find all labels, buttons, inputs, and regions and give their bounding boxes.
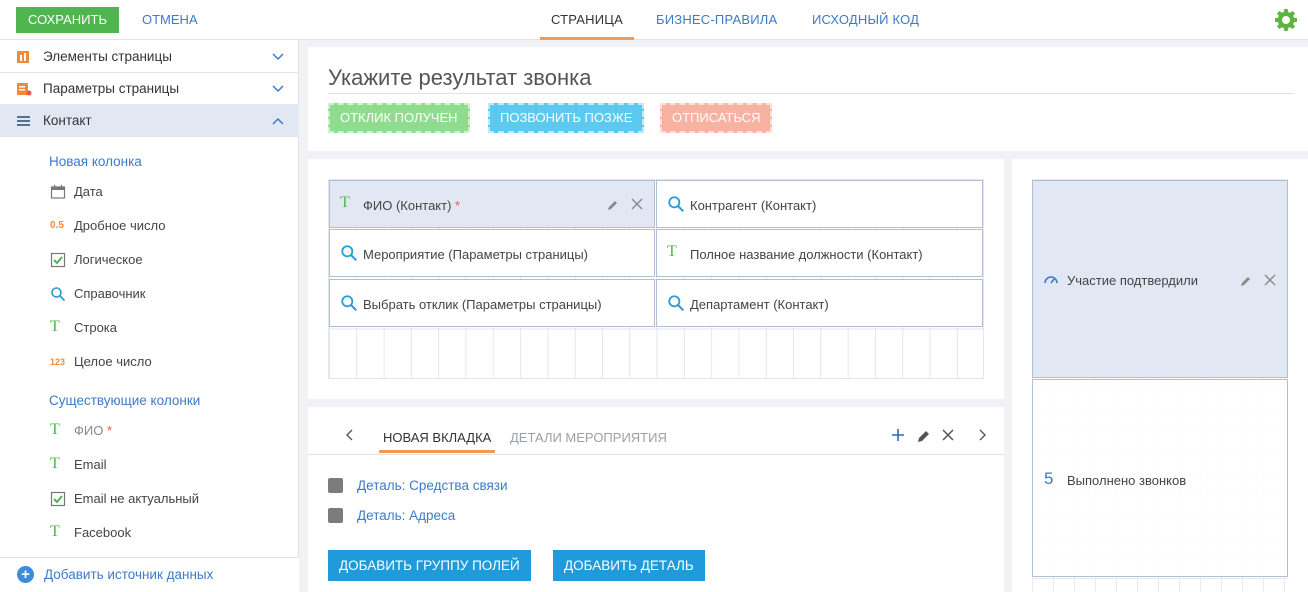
detail-icon: [328, 478, 343, 493]
integer-icon: 123: [50, 357, 66, 367]
add-data-source-button[interactable]: + Добавить источник данных: [0, 557, 299, 592]
section-page-elements[interactable]: Элементы страницы: [0, 41, 299, 73]
fields-panel: T ФИО (Контакт) * Контрагент (Контакт) М…: [308, 159, 1004, 399]
column-label: Facebook: [74, 525, 132, 540]
field-account[interactable]: Контрагент (Контакт): [656, 180, 983, 228]
field-label: Мероприятие (Параметры страницы): [363, 247, 589, 262]
field-job-title[interactable]: T Полное название должности (Контакт): [656, 229, 983, 277]
tabs-panel: НОВАЯ ВКЛАДКА ДЕТАЛИ МЕРОПРИЯТИЯ Деталь:…: [308, 407, 1004, 592]
indicator-label: Выполнено звонков: [1067, 473, 1187, 488]
decimal-icon: 0.5: [50, 220, 64, 231]
cancel-button[interactable]: ОТМЕНА: [142, 7, 198, 33]
lookup-icon: [341, 245, 358, 262]
field-fio[interactable]: T ФИО (Контакт) *: [329, 180, 655, 228]
tab-page[interactable]: СТРАНИЦА: [540, 0, 634, 40]
tab-event-details[interactable]: ДЕТАЛИ МЕРОПРИЯТИЯ: [510, 430, 667, 445]
save-button[interactable]: СОХРАНИТЬ: [16, 7, 119, 33]
indicator-value: 5: [1044, 469, 1054, 488]
indicator-label: Участие подтвердили: [1067, 273, 1198, 288]
field-label: ФИО (Контакт) *: [363, 198, 461, 213]
unsubscribe-button[interactable]: ОТПИСАТЬСЯ: [660, 103, 773, 133]
column-label: Дробное число: [74, 218, 166, 233]
column-label: Справочник: [74, 286, 146, 301]
text-icon: T: [50, 318, 60, 335]
add-field-group-button[interactable]: ДОБАВИТЬ ГРУППУ ПОЛЕЙ: [328, 550, 531, 581]
list-icon: [17, 116, 30, 126]
checkbox-icon: [50, 252, 66, 268]
required-mark: *: [455, 198, 461, 213]
field-label: Полное название должности (Контакт): [690, 247, 923, 262]
required-mark: *: [106, 423, 113, 438]
add-data-source-label: Добавить источник данных: [44, 567, 214, 582]
detail-icon: [328, 508, 343, 523]
response-received-button[interactable]: ОТКЛИК ПОЛУЧЕН: [328, 103, 470, 133]
field-label: Контрагент (Контакт): [690, 198, 817, 213]
close-icon[interactable]: [1263, 273, 1277, 287]
chevron-left-icon[interactable]: [342, 427, 358, 443]
indicator-confirmed[interactable]: Участие подтвердили: [1032, 180, 1288, 378]
column-label: Email не актуальный: [74, 491, 200, 506]
lookup-icon: [668, 295, 685, 312]
section-page-params[interactable]: Параметры страницы: [0, 73, 299, 105]
indicator-calls-done[interactable]: 5 Выполнено звонков: [1032, 379, 1288, 577]
top-toolbar: СОХРАНИТЬ ОТМЕНА СТРАНИЦА БИЗНЕС-ПРАВИЛА…: [0, 0, 1308, 40]
pencil-icon[interactable]: [916, 428, 932, 444]
divider: [308, 454, 1004, 455]
divider: [328, 93, 1294, 94]
calendar-icon: [50, 185, 66, 199]
text-icon: T: [340, 194, 350, 211]
pencil-icon[interactable]: [606, 198, 620, 212]
lookup-icon: [668, 196, 685, 213]
tab-new[interactable]: НОВАЯ ВКЛАДКА: [379, 430, 496, 453]
sidebar: Элементы страницы Параметры страницы Кон…: [0, 40, 299, 592]
section-label: Параметры страницы: [43, 81, 180, 96]
tab-source-code[interactable]: ИСХОДНЫЙ КОД: [812, 0, 919, 40]
page-title[interactable]: Укажите результат звонка: [328, 65, 591, 91]
field-department[interactable]: Департамент (Контакт): [656, 279, 983, 327]
existing-columns-title: Существующие колонки: [49, 393, 201, 408]
column-label: ФИО *: [74, 423, 113, 438]
text-icon: T: [50, 523, 60, 540]
plus-circle-icon: +: [17, 566, 34, 583]
detail-label[interactable]: Деталь: Средства связи: [357, 478, 508, 493]
chevron-right-icon[interactable]: [974, 427, 990, 443]
text-icon: T: [667, 243, 677, 260]
new-columns-title: Новая колонка: [49, 154, 142, 169]
tab-business-rules[interactable]: БИЗНЕС-ПРАВИЛА: [656, 0, 777, 40]
page-elements-icon: [17, 51, 29, 63]
right-panel: Участие подтвердили 5 Выполнено звонков: [1012, 159, 1308, 592]
gauge-icon: [1044, 276, 1058, 284]
section-contact[interactable]: Контакт: [0, 105, 299, 137]
lookup-icon: [51, 287, 66, 302]
pencil-icon[interactable]: [1239, 274, 1253, 288]
text-icon: T: [50, 455, 60, 472]
page-params-icon: [17, 83, 32, 96]
text-icon: T: [50, 421, 60, 438]
add-detail-button[interactable]: ДОБАВИТЬ ДЕТАЛЬ: [553, 550, 705, 581]
column-label: Email: [74, 457, 107, 472]
chevron-down-icon[interactable]: [271, 50, 285, 64]
header-panel: Укажите результат звонка ОТКЛИК ПОЛУЧЕН …: [308, 47, 1308, 151]
field-event[interactable]: Мероприятие (Параметры страницы): [329, 229, 655, 277]
section-label: Элементы страницы: [43, 49, 172, 64]
chevron-up-icon[interactable]: [271, 114, 285, 128]
column-label: Строка: [74, 320, 118, 335]
close-icon[interactable]: [940, 427, 956, 443]
field-label: Выбрать отклик (Параметры страницы): [363, 297, 602, 312]
field-label: Департамент (Контакт): [690, 297, 829, 312]
column-label: Логическое: [74, 252, 143, 267]
column-label: Дата: [74, 184, 103, 199]
gear-icon[interactable]: [1274, 8, 1298, 32]
checkbox-icon: [50, 491, 66, 507]
close-icon[interactable]: [630, 197, 644, 211]
field-response[interactable]: Выбрать отклик (Параметры страницы): [329, 279, 655, 327]
plus-icon[interactable]: [890, 427, 906, 443]
section-label: Контакт: [43, 113, 92, 128]
detail-label[interactable]: Деталь: Адреса: [357, 508, 455, 523]
column-label: Целое число: [74, 354, 152, 369]
chevron-down-icon[interactable]: [271, 82, 285, 96]
call-later-button[interactable]: ПОЗВОНИТЬ ПОЗЖЕ: [488, 103, 645, 133]
lookup-icon: [341, 295, 358, 312]
